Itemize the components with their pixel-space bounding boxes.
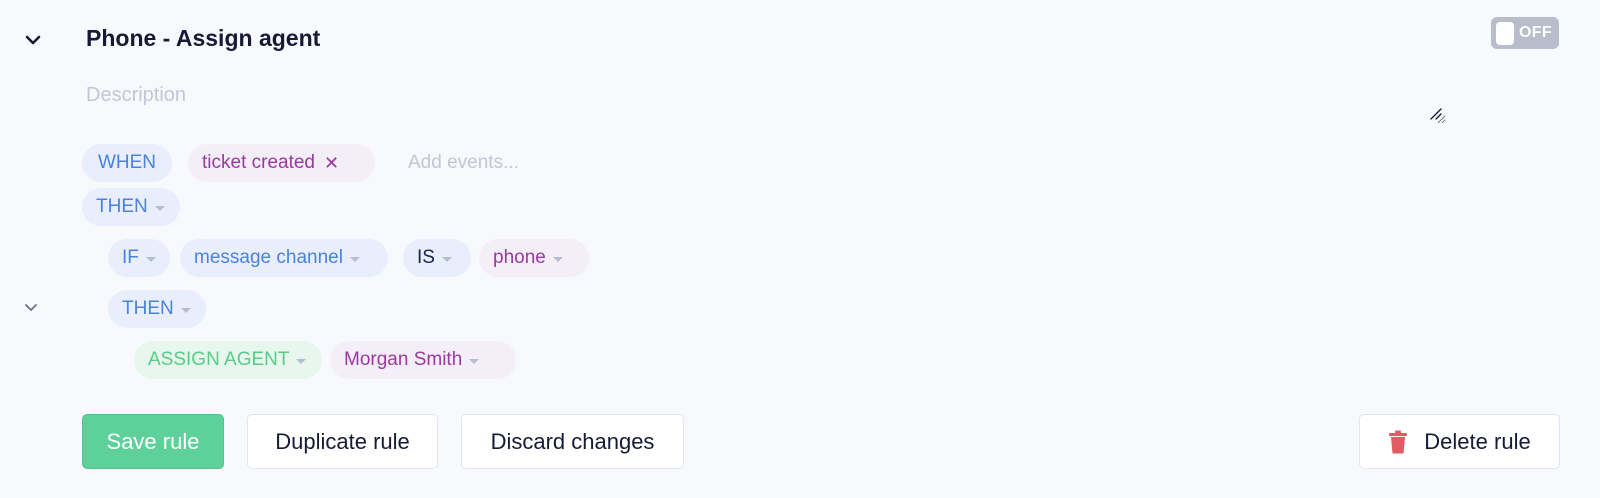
when-label: WHEN bbox=[82, 144, 172, 182]
description-field[interactable] bbox=[86, 84, 1446, 124]
rule-title: Phone - Assign agent bbox=[86, 25, 321, 51]
when-text: WHEN bbox=[97, 152, 157, 173]
add-events-input[interactable] bbox=[406, 151, 610, 175]
delete-rule-button[interactable]: Delete rule bbox=[1359, 414, 1560, 469]
operator-dropdown[interactable]: IS bbox=[403, 239, 471, 277]
delete-rule-label: Delete rule bbox=[1424, 428, 1531, 454]
rule-enabled-toggle[interactable]: OFF bbox=[1491, 17, 1559, 49]
if-text: IF bbox=[122, 247, 139, 268]
inner-then-dropdown[interactable]: THEN bbox=[108, 290, 206, 328]
then-dropdown[interactable]: THEN bbox=[82, 188, 180, 226]
action-type-text: ASSIGN AGENT bbox=[148, 349, 290, 370]
caret-down-icon bbox=[296, 358, 307, 364]
discard-changes-button[interactable]: Discard changes bbox=[461, 414, 684, 469]
caret-down-icon bbox=[349, 256, 360, 262]
toggle-label: OFF bbox=[1519, 24, 1552, 41]
condition-value-dropdown[interactable]: phone bbox=[479, 239, 589, 277]
action-type-dropdown[interactable]: ASSIGN AGENT bbox=[134, 341, 322, 379]
caret-down-icon bbox=[145, 256, 156, 262]
duplicate-rule-label: Duplicate rule bbox=[275, 428, 410, 454]
trash-icon bbox=[1388, 430, 1408, 454]
caret-down-icon bbox=[180, 307, 191, 313]
chevron-down-icon[interactable] bbox=[22, 300, 40, 314]
toggle-knob bbox=[1496, 21, 1514, 45]
caret-down-icon bbox=[552, 256, 563, 262]
collapse-rule-button[interactable] bbox=[20, 27, 46, 53]
if-dropdown[interactable]: IF bbox=[108, 239, 170, 277]
action-value-dropdown[interactable]: Morgan Smith bbox=[330, 341, 516, 379]
condition-field-text: message channel bbox=[194, 247, 343, 268]
event-tag[interactable]: ticket created ✕ bbox=[188, 144, 375, 182]
condition-value-text: phone bbox=[493, 247, 546, 268]
condition-field-dropdown[interactable]: message channel bbox=[180, 239, 388, 277]
resize-handle-icon[interactable] bbox=[1429, 107, 1443, 121]
caret-down-icon bbox=[441, 256, 452, 262]
action-value-text: Morgan Smith bbox=[344, 349, 463, 370]
caret-down-icon bbox=[469, 358, 480, 364]
chevron-down-icon bbox=[25, 35, 41, 45]
then-text: THEN bbox=[96, 196, 148, 217]
close-icon[interactable]: ✕ bbox=[324, 153, 339, 174]
event-tag-label: ticket created bbox=[202, 152, 315, 173]
operator-text: IS bbox=[417, 247, 435, 268]
discard-changes-label: Discard changes bbox=[490, 428, 655, 454]
duplicate-rule-button[interactable]: Duplicate rule bbox=[247, 414, 438, 469]
inner-then-text: THEN bbox=[122, 298, 174, 319]
save-rule-button[interactable]: Save rule bbox=[82, 414, 224, 469]
save-rule-label: Save rule bbox=[106, 428, 200, 454]
caret-down-icon bbox=[154, 205, 165, 211]
